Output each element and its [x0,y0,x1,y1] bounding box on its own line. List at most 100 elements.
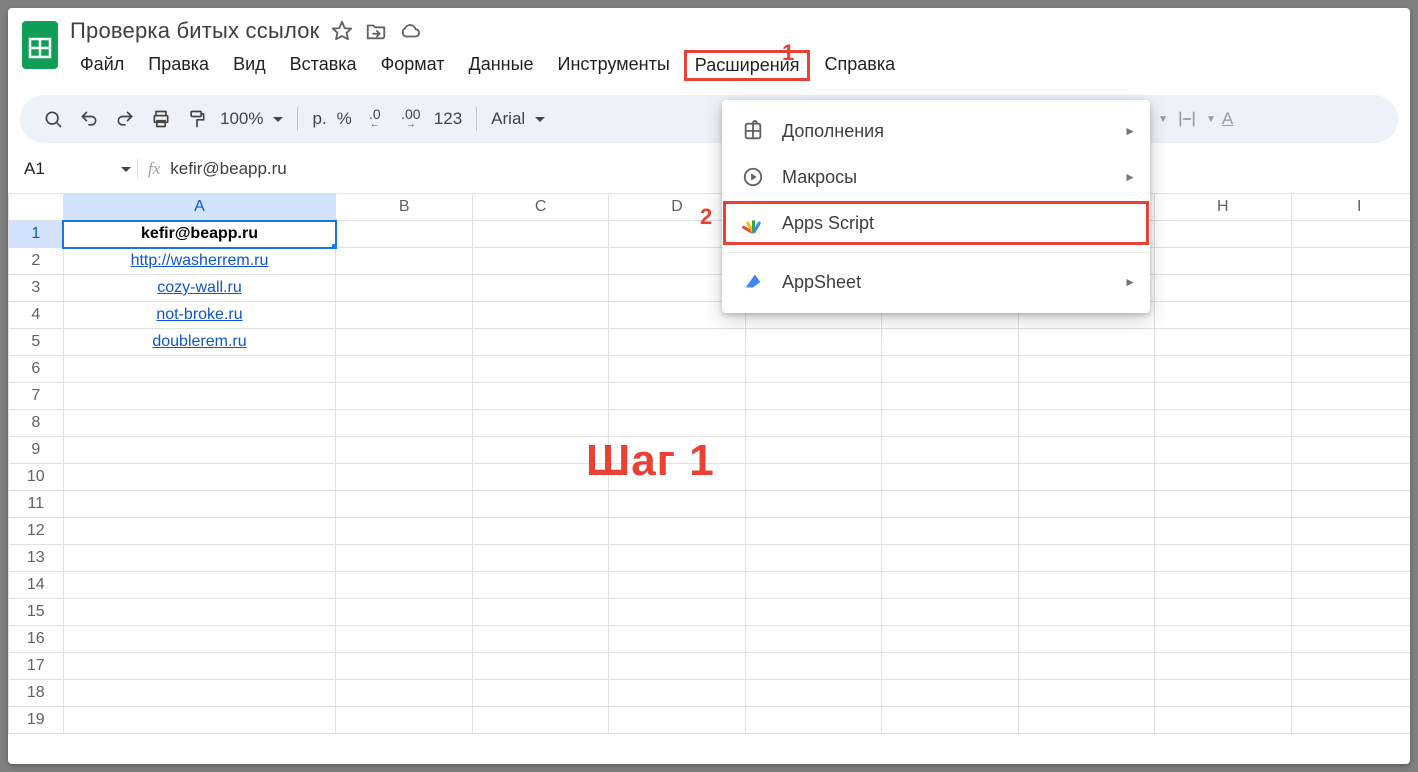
cell[interactable] [63,653,336,680]
cell[interactable] [1291,329,1410,356]
menu-формат[interactable]: Формат [371,50,455,81]
cell[interactable] [472,518,608,545]
cell[interactable] [1291,518,1410,545]
cell[interactable] [63,383,336,410]
cell[interactable] [1018,518,1154,545]
cell[interactable] [336,599,472,626]
cell[interactable] [1018,383,1154,410]
menu-расширения[interactable]: Расширения [684,50,811,81]
cell[interactable] [1291,437,1410,464]
cell[interactable] [63,707,336,734]
cell[interactable] [1018,410,1154,437]
cell[interactable] [63,572,336,599]
cell[interactable] [882,518,1018,545]
menu-вставка[interactable]: Вставка [280,50,367,81]
cell[interactable] [882,599,1018,626]
col-header-I[interactable]: I [1291,194,1410,221]
undo-icon[interactable] [72,102,106,136]
cell[interactable] [1291,221,1410,248]
cell[interactable] [745,329,881,356]
cell[interactable] [63,356,336,383]
cell[interactable] [472,653,608,680]
cell[interactable] [1155,275,1291,302]
percent-button[interactable]: % [333,109,356,129]
cell[interactable] [1155,680,1291,707]
cell[interactable] [336,545,472,572]
increase-decimal-button[interactable]: .00→ [394,102,428,136]
decrease-decimal-button[interactable]: .0← [358,102,392,136]
menu-item-macros[interactable]: Макросы [722,154,1150,200]
cell[interactable] [745,464,881,491]
cell[interactable] [63,518,336,545]
menu-файл[interactable]: Файл [70,50,134,81]
cell[interactable] [1018,680,1154,707]
cloud-status-icon[interactable] [398,19,422,43]
cell[interactable] [882,572,1018,599]
cell[interactable] [882,707,1018,734]
select-all-corner[interactable] [9,194,64,221]
cell[interactable] [472,599,608,626]
cell[interactable] [745,545,881,572]
menu-инструменты[interactable]: Инструменты [548,50,680,81]
cell[interactable] [336,518,472,545]
cell[interactable] [1018,572,1154,599]
spreadsheet-grid[interactable]: ABCDEFGHI1kefir@beapp.ru2http://washerre… [8,193,1410,734]
row-header[interactable]: 1 [9,221,64,248]
cell[interactable] [336,248,472,275]
cell[interactable] [882,437,1018,464]
cell[interactable] [63,680,336,707]
cell[interactable] [882,653,1018,680]
cell[interactable] [882,356,1018,383]
cell[interactable]: doublerem.ru [63,329,336,356]
cell[interactable] [472,626,608,653]
cell[interactable] [609,572,745,599]
cell[interactable] [336,410,472,437]
cell[interactable]: not-broke.ru [63,302,336,329]
cell[interactable] [472,356,608,383]
cell[interactable] [336,653,472,680]
col-header-H[interactable]: H [1155,194,1291,221]
cell[interactable] [336,275,472,302]
row-header[interactable]: 5 [9,329,64,356]
cell[interactable] [1291,599,1410,626]
cell[interactable] [1155,464,1291,491]
cell[interactable] [882,383,1018,410]
cell[interactable] [882,545,1018,572]
menu-правка[interactable]: Правка [138,50,219,81]
cell[interactable] [336,680,472,707]
cell[interactable] [63,437,336,464]
cell[interactable] [609,437,745,464]
row-header[interactable]: 3 [9,275,64,302]
cell[interactable] [1291,707,1410,734]
cell[interactable] [1155,491,1291,518]
cell[interactable] [472,464,608,491]
formula-bar[interactable]: kefir@beapp.ru [170,159,287,179]
cell[interactable] [1018,491,1154,518]
cell[interactable] [882,680,1018,707]
cell[interactable] [1291,383,1410,410]
cell[interactable] [609,491,745,518]
row-header[interactable]: 6 [9,356,64,383]
cell[interactable] [1291,653,1410,680]
cell[interactable] [882,329,1018,356]
cell[interactable] [1155,518,1291,545]
cell[interactable] [472,383,608,410]
cell[interactable] [63,491,336,518]
cell[interactable] [63,410,336,437]
cell[interactable] [63,599,336,626]
cell[interactable] [1155,626,1291,653]
cell[interactable] [609,707,745,734]
sheets-logo[interactable] [20,18,60,72]
cell[interactable] [745,437,881,464]
row-header[interactable]: 8 [9,410,64,437]
cell[interactable] [609,518,745,545]
cell[interactable] [1018,599,1154,626]
cell[interactable] [745,653,881,680]
row-header[interactable]: 11 [9,491,64,518]
number-format-button[interactable]: 123 [430,109,466,129]
cell[interactable] [472,329,608,356]
cell[interactable] [609,383,745,410]
cell[interactable] [609,599,745,626]
cell[interactable] [1018,356,1154,383]
cell[interactable] [1291,248,1410,275]
